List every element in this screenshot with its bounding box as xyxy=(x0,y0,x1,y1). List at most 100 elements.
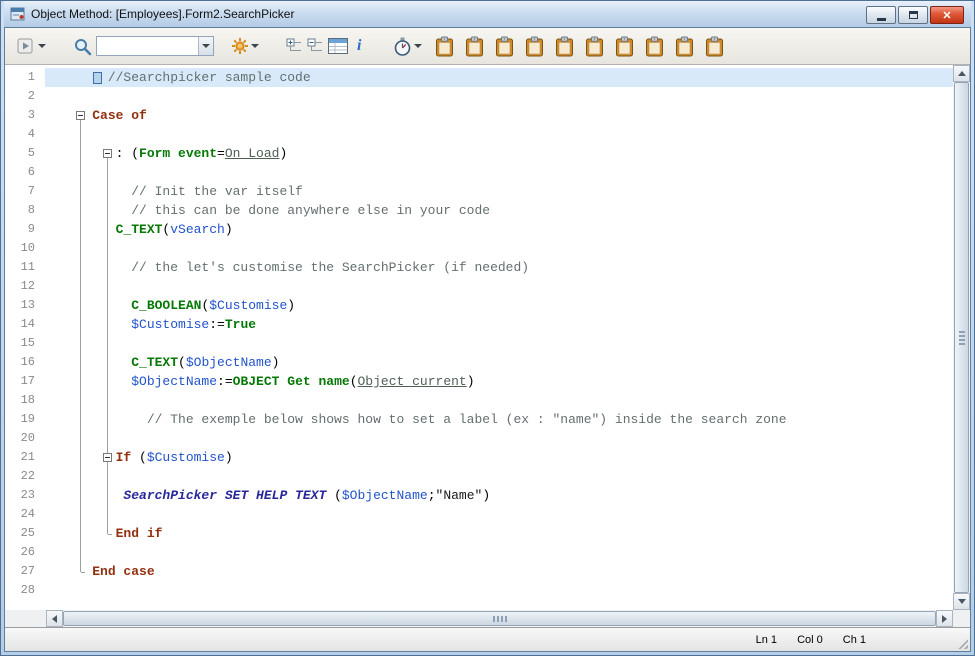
clipboard-strip xyxy=(433,34,726,59)
code-line[interactable]: If ($Customise) xyxy=(45,448,953,467)
method-icon xyxy=(10,6,26,22)
timer-button[interactable] xyxy=(390,35,425,58)
window-controls: ✕ xyxy=(866,6,964,24)
search-dropdown-button[interactable] xyxy=(198,37,213,55)
line-number: 28 xyxy=(5,581,45,600)
clipboard-button[interactable] xyxy=(493,34,516,59)
code-line[interactable]: Case of xyxy=(45,106,953,125)
collapse-all-button[interactable] xyxy=(305,36,326,56)
code-line[interactable] xyxy=(45,334,953,353)
code-line[interactable] xyxy=(45,239,953,258)
clipboard-button[interactable] xyxy=(463,34,486,59)
code-line[interactable]: : (Form event=On Load) xyxy=(45,144,953,163)
scrollbar-corner xyxy=(953,610,970,627)
clipboard-icon xyxy=(525,36,544,57)
scroll-left-button[interactable] xyxy=(46,610,63,627)
info-icon: i xyxy=(352,37,366,55)
expand-all-button[interactable] xyxy=(284,36,305,56)
execute-method-button[interactable] xyxy=(13,35,49,57)
macros-button[interactable] xyxy=(228,35,262,57)
code-line[interactable] xyxy=(45,277,953,296)
code-line[interactable]: C_TEXT($ObjectName) xyxy=(45,353,953,372)
dropdown-caret-icon xyxy=(251,44,259,48)
code-line[interactable]: End if xyxy=(45,524,953,543)
method-list-icon xyxy=(328,38,348,54)
search-input[interactable] xyxy=(97,37,198,55)
minimize-icon xyxy=(877,18,886,21)
code-line[interactable]: End case xyxy=(45,562,953,581)
code-line[interactable] xyxy=(45,467,953,486)
vertical-scroll-thumb[interactable] xyxy=(954,82,969,593)
line-number: 5 xyxy=(5,144,45,163)
minimize-button[interactable] xyxy=(866,6,896,24)
code-line[interactable]: C_BOOLEAN($Customise) xyxy=(45,296,953,315)
clipboard-icon xyxy=(495,36,514,57)
clipboard-button[interactable] xyxy=(613,34,636,59)
line-number: 4 xyxy=(5,125,45,144)
status-column: Col 0 xyxy=(797,634,823,646)
clipboard-button[interactable] xyxy=(673,34,696,59)
scroll-right-button[interactable] xyxy=(936,610,953,627)
clipboard-button[interactable] xyxy=(523,34,546,59)
code-line[interactable] xyxy=(45,125,953,144)
code-line[interactable]: $ObjectName:=OBJECT Get name(Object curr… xyxy=(45,372,953,391)
code-line[interactable] xyxy=(45,163,953,182)
expand-all-icon xyxy=(286,38,303,54)
line-number: 10 xyxy=(5,239,45,258)
scroll-down-button[interactable] xyxy=(953,593,970,610)
clipboard-button[interactable] xyxy=(583,34,606,59)
fold-toggle[interactable] xyxy=(103,149,112,158)
line-number: 23 xyxy=(5,486,45,505)
code-line[interactable]: $Customise:=True xyxy=(45,315,953,334)
code-line[interactable]: C_TEXT(vSearch) xyxy=(45,220,953,239)
maximize-button[interactable] xyxy=(898,6,928,24)
editor: 1234567891011121314151617181920212223242… xyxy=(5,65,970,610)
code-line[interactable] xyxy=(45,391,953,410)
arrow-left-icon xyxy=(52,615,57,623)
arrow-down-icon xyxy=(958,599,966,604)
line-number: 12 xyxy=(5,277,45,296)
line-number: 9 xyxy=(5,220,45,239)
search-button[interactable] xyxy=(71,35,94,58)
line-number: 11 xyxy=(5,258,45,277)
info-button[interactable]: i xyxy=(350,35,368,57)
code-line[interactable]: SearchPicker SET HELP TEXT ($ObjectName;… xyxy=(45,486,953,505)
code-line[interactable] xyxy=(45,429,953,448)
line-number: 24 xyxy=(5,505,45,524)
code-line[interactable] xyxy=(45,581,953,600)
vertical-scrollbar[interactable] xyxy=(953,65,970,610)
code-line[interactable]: // The exemple below shows how to set a … xyxy=(45,410,953,429)
status-line: Ln 1 xyxy=(756,634,777,646)
code-line[interactable]: // this can be done anywhere else in you… xyxy=(45,201,953,220)
line-number: 20 xyxy=(5,429,45,448)
close-button[interactable]: ✕ xyxy=(930,6,964,24)
gutter: 1234567891011121314151617181920212223242… xyxy=(5,65,45,610)
code-area[interactable]: //Searchpicker sample code Case of : (Fo… xyxy=(45,65,953,610)
fold-toggle[interactable] xyxy=(76,111,85,120)
titlebar[interactable]: Object Method: [Employees].Form2.SearchP… xyxy=(4,1,971,27)
horizontal-scrollbar[interactable] xyxy=(46,610,953,627)
clipboard-button[interactable] xyxy=(433,34,456,59)
fold-toggle[interactable] xyxy=(103,453,112,462)
arrow-up-icon xyxy=(958,71,966,76)
code-line[interactable]: // the let's customise the SearchPicker … xyxy=(45,258,953,277)
method-list-button[interactable] xyxy=(326,36,350,56)
clipboard-button[interactable] xyxy=(643,34,666,59)
code-line[interactable] xyxy=(45,543,953,562)
code-line[interactable]: // Init the var itself xyxy=(45,182,953,201)
line-number: 2 xyxy=(5,87,45,106)
code-line[interactable]: //Searchpicker sample code xyxy=(45,68,953,87)
line-number: 19 xyxy=(5,410,45,429)
thumb-grip-icon xyxy=(493,616,507,622)
vertical-scroll-track[interactable] xyxy=(953,82,970,593)
clipboard-icon xyxy=(615,36,634,57)
scroll-up-button[interactable] xyxy=(953,65,970,82)
code-line[interactable] xyxy=(45,505,953,524)
clipboard-button[interactable] xyxy=(553,34,576,59)
resize-grip[interactable] xyxy=(956,637,968,649)
code-line[interactable] xyxy=(45,87,953,106)
arrow-right-icon xyxy=(942,615,947,623)
horizontal-scroll-thumb[interactable] xyxy=(63,611,936,626)
clipboard-button[interactable] xyxy=(703,34,726,59)
horizontal-scroll-track[interactable] xyxy=(63,610,936,627)
